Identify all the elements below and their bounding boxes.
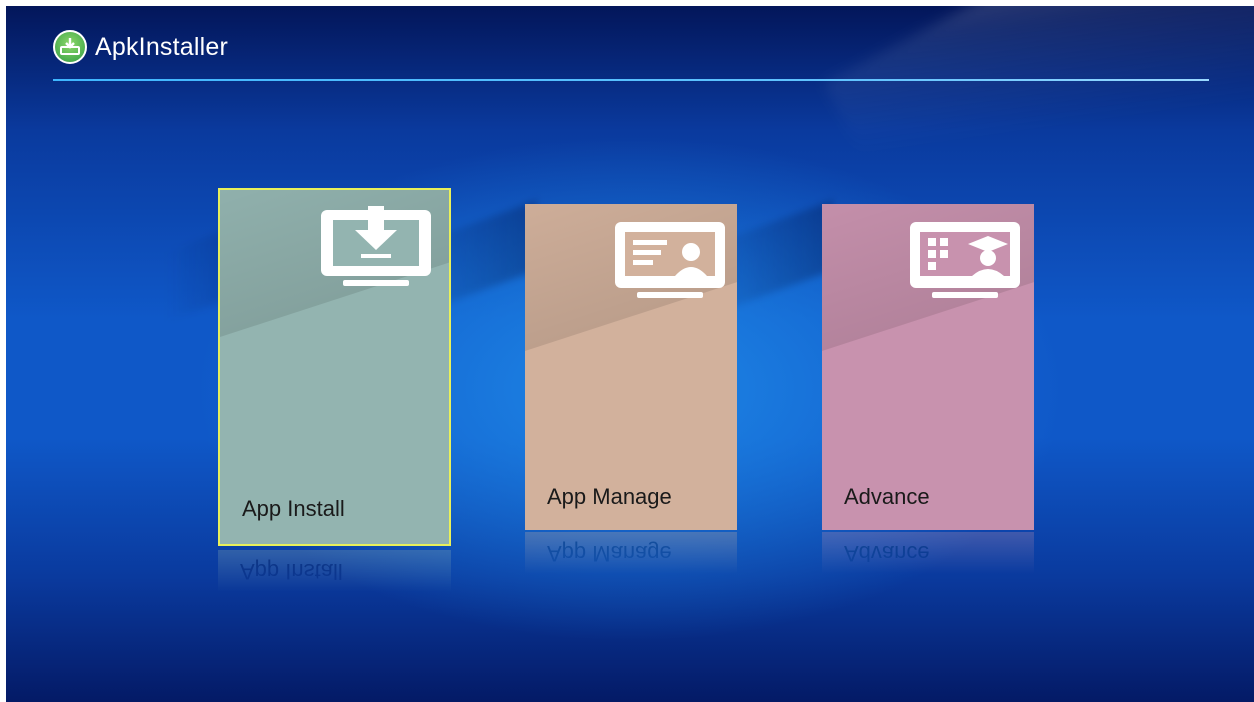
apk-download-logo-icon <box>53 30 87 64</box>
monitor-download-icon <box>321 206 431 286</box>
tile-reflection: App Manage <box>525 532 737 574</box>
tile-reflection: Advance <box>822 532 1034 574</box>
app-header: ApkInstaller <box>53 30 228 64</box>
tile-advance[interactable]: Advance <box>822 204 1034 530</box>
tile-advance-wrap: Advance Advance <box>822 204 1034 574</box>
app-title: ApkInstaller <box>95 32 229 61</box>
reflection-label: App Manage <box>547 541 672 566</box>
tile-app-install[interactable]: App Install <box>218 188 451 546</box>
tile-app-manage[interactable]: App Manage <box>525 204 737 530</box>
tile-reflection: App Install <box>218 550 451 592</box>
reflection-label: App Install <box>240 559 343 584</box>
tile-app-install-wrap: App Install App Install <box>218 188 451 592</box>
monitor-contact-card-icon <box>615 222 725 298</box>
tile-label-app-install: App Install <box>242 496 345 521</box>
header-divider <box>53 79 1209 81</box>
apk-installer-screen: ApkInstaller App Install App Install App… <box>6 6 1254 702</box>
reflection-label: Advance <box>844 541 930 566</box>
tile-app-manage-wrap: App Manage App Manage <box>525 204 737 574</box>
monitor-graduation-icon <box>910 222 1020 298</box>
tile-label-advance: Advance <box>844 484 930 509</box>
tile-label-app-manage: App Manage <box>547 484 672 509</box>
